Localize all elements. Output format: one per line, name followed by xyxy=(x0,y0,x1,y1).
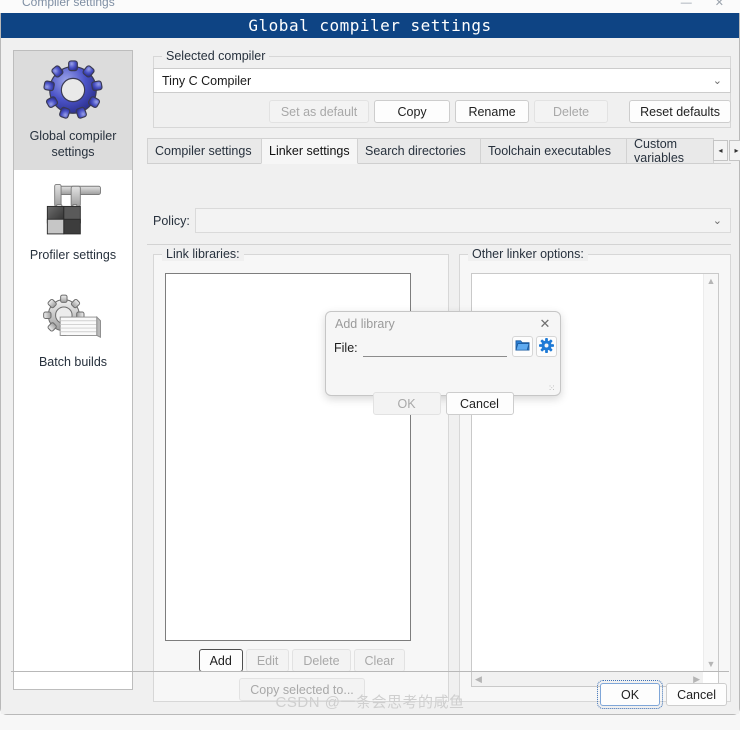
window-titlebar: Global compiler settings xyxy=(1,13,739,38)
browse-file-button[interactable] xyxy=(512,336,533,357)
set-as-default-button[interactable]: Set as default xyxy=(269,100,370,123)
cancel-button[interactable]: Cancel xyxy=(666,683,727,706)
rename-button[interactable]: Rename xyxy=(455,100,530,123)
ok-button[interactable]: OK xyxy=(597,680,664,709)
chevron-down-icon: ⌄ xyxy=(712,215,722,227)
compiler-select-value: Tiny C Compiler xyxy=(162,73,252,88)
settings-tabstrip: Compiler settings Linker settings Search… xyxy=(147,138,740,164)
gear-icon xyxy=(18,59,128,124)
delete-library-button[interactable]: Delete xyxy=(292,649,351,672)
tab-linker-settings[interactable]: Linker settings xyxy=(261,138,358,164)
resize-grip-icon[interactable]: ⁙ xyxy=(548,384,557,393)
window-title: Global compiler settings xyxy=(248,16,492,35)
gear-stack-icon xyxy=(18,289,128,350)
clear-libraries-button[interactable]: Clear xyxy=(353,649,406,672)
file-label: File: xyxy=(334,341,358,355)
tab-scroll-left-button[interactable]: ◂ xyxy=(713,140,728,161)
settings-sidebar: Global compiler settings Profiler settin… xyxy=(13,50,133,690)
link-libraries-group-title: Link libraries: xyxy=(162,247,244,261)
caliper-icon xyxy=(18,182,128,243)
copy-selected-to-button[interactable]: Copy selected to... xyxy=(239,678,365,701)
edit-library-button[interactable]: Edit xyxy=(245,649,290,672)
chevron-down-icon: ⌄ xyxy=(712,75,722,87)
add-library-cancel-button[interactable]: Cancel xyxy=(445,392,514,415)
add-library-dialog-title: Add library xyxy=(335,317,395,331)
folder-open-icon xyxy=(515,338,530,355)
scroll-up-icon[interactable]: ▲ xyxy=(704,276,718,286)
gear-icon xyxy=(539,337,554,356)
policy-label: Policy: xyxy=(153,214,190,228)
library-settings-button[interactable] xyxy=(536,336,557,357)
vertical-scrollbar[interactable]: ▲ ▼ xyxy=(703,274,718,671)
background-window-controls[interactable]: — ✕ xyxy=(681,0,734,9)
reset-defaults-button[interactable]: Reset defaults xyxy=(629,100,731,123)
sidebar-item-profiler-settings[interactable]: Profiler settings xyxy=(14,170,132,273)
tab-compiler-settings[interactable]: Compiler settings xyxy=(147,138,262,164)
footer-buttons: OK Cancel xyxy=(597,680,727,709)
file-input[interactable] xyxy=(363,338,507,357)
sidebar-item-label: Global compiler settings xyxy=(29,129,117,159)
background-window-title: Compiler settings xyxy=(22,0,115,9)
selected-compiler-group-title: Selected compiler xyxy=(162,49,270,63)
add-library-button[interactable]: Add xyxy=(198,649,243,672)
copy-button[interactable]: Copy xyxy=(374,100,451,123)
desktop-background: Compiler settings — ✕ Global compiler se… xyxy=(0,0,740,730)
policy-select[interactable]: ⌄ xyxy=(195,208,731,233)
link-libraries-buttons: Add Edit Delete Clear xyxy=(164,649,440,672)
policy-separator xyxy=(147,244,731,245)
compiler-select[interactable]: Tiny C Compiler ⌄ xyxy=(153,68,731,93)
sidebar-item-global-compiler-settings[interactable]: Global compiler settings xyxy=(14,51,132,170)
delete-button[interactable]: Delete xyxy=(534,100,609,123)
sidebar-item-batch-builds[interactable]: Batch builds xyxy=(14,273,132,380)
tab-scroll-right-button[interactable]: ▸ xyxy=(729,140,740,161)
close-icon[interactable]: ✕ xyxy=(536,315,554,333)
compiler-action-buttons: Set as default Copy Rename Delete Reset … xyxy=(153,100,731,123)
footer-separator xyxy=(11,671,729,672)
tab-toolchain-executables[interactable]: Toolchain executables xyxy=(480,138,627,164)
scroll-down-icon[interactable]: ▼ xyxy=(704,659,718,669)
add-library-dialog-titlebar: Add library ✕ xyxy=(326,312,560,336)
copy-selected-row: Copy selected to... xyxy=(164,678,440,701)
other-linker-options-group-title: Other linker options: xyxy=(468,247,588,261)
tab-custom-variables[interactable]: Custom variables xyxy=(626,138,714,164)
sidebar-item-label: Profiler settings xyxy=(29,248,117,262)
add-library-dialog-buttons: OK Cancel xyxy=(326,392,560,415)
tab-search-directories[interactable]: Search directories xyxy=(357,138,481,164)
sidebar-item-label: Batch builds xyxy=(38,355,108,369)
background-window-titlebar: Compiler settings — ✕ xyxy=(0,0,740,14)
tab-underline xyxy=(147,163,731,164)
add-library-ok-button[interactable]: OK xyxy=(372,392,441,415)
scroll-left-icon[interactable]: ◀ xyxy=(475,672,482,686)
add-library-dialog: Add library ✕ File: OK Cancel ⁙ xyxy=(325,311,561,415)
